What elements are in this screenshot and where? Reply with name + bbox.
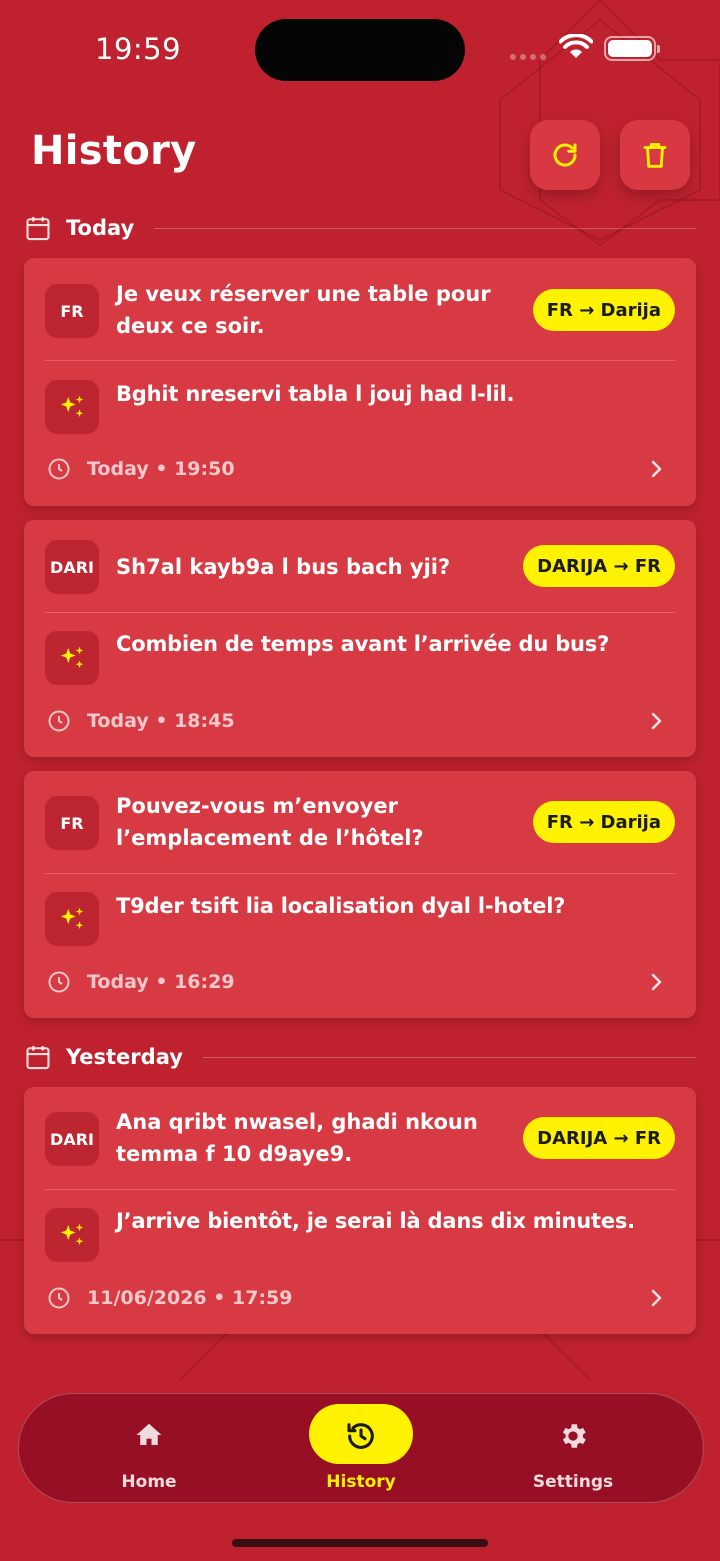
chevron-right-icon — [651, 712, 662, 730]
card-meta: Today • 16:29 — [47, 970, 235, 994]
page-title: History — [31, 128, 197, 174]
clock-icon — [48, 458, 70, 480]
language-pair-badge: DARIJA → FR — [523, 545, 675, 587]
translation-chip — [45, 380, 99, 434]
language-chip: DARI — [45, 1112, 99, 1166]
card-divider — [45, 873, 675, 874]
section-label: Yesterday — [66, 1045, 183, 1069]
trash-icon — [643, 142, 667, 168]
gear-icon — [562, 1424, 586, 1448]
sparkles-icon — [60, 395, 84, 417]
sparkles-icon — [60, 646, 84, 668]
battery-icon — [604, 36, 660, 61]
wifi-icon — [559, 34, 593, 58]
clear-history-button[interactable] — [620, 120, 690, 190]
language-pair-badge: DARIJA → FR — [523, 1117, 675, 1159]
status-time: 19:59 — [95, 32, 182, 66]
tab-label: History — [326, 1472, 396, 1492]
home-icon — [136, 1423, 162, 1445]
source-text: Sh7al kayb9a l bus bach yji? — [116, 555, 451, 579]
timestamp: Today • 16:29 — [87, 971, 235, 993]
card-divider — [45, 612, 675, 613]
clock-icon — [48, 971, 70, 993]
tab-history[interactable]: History — [286, 1394, 436, 1504]
source-text: Je veux réserver une table pour deux ce … — [116, 282, 491, 338]
tab-label: Settings — [532, 1472, 614, 1492]
language-pair-badge: FR → Darija — [532, 801, 675, 843]
section-header-today: Today — [24, 214, 696, 242]
translated-text: Combien de temps avant l’arrivée du bus? — [116, 632, 610, 656]
dynamic-island — [255, 19, 465, 81]
language-chip: DARI — [45, 540, 99, 594]
cellular-signal-icon — [510, 54, 546, 60]
card-meta: Today • 19:50 — [47, 457, 235, 481]
translation-chip — [45, 892, 99, 946]
timestamp: 11/06/2026 • 17:59 — [87, 1287, 293, 1309]
tab-label: Home — [121, 1472, 177, 1492]
sparkles-icon — [60, 907, 84, 929]
clock-icon — [48, 710, 70, 732]
sparkles-icon — [60, 1223, 84, 1245]
chevron-right-icon — [651, 973, 662, 991]
card-meta: Today • 18:45 — [47, 709, 235, 733]
refresh-icon — [553, 143, 577, 167]
language-pair-badge: FR → Darija — [532, 289, 675, 331]
source-text: Pouvez-vous m’envoyer l’emplacement de l… — [116, 794, 424, 850]
home-indicator — [232, 1539, 488, 1547]
chevron-right-icon — [651, 1289, 662, 1307]
history-card[interactable]: FR Pouvez-vous m’envoyer l’emplacement d… — [24, 771, 696, 1018]
translated-text: Bghit nreservi tabla l jouj had l-lil. — [116, 382, 515, 406]
timestamp: Today • 18:45 — [87, 710, 235, 732]
source-text: Ana qribt nwasel, ghadi nkoun temma f 10… — [116, 1110, 478, 1166]
clock-icon — [48, 1287, 70, 1309]
timestamp: Today • 19:50 — [87, 458, 235, 480]
tab-settings[interactable]: Settings — [498, 1394, 648, 1504]
calendar-icon — [26, 216, 50, 241]
section-label: Today — [66, 216, 135, 240]
refresh-button[interactable] — [530, 120, 600, 190]
translation-chip — [45, 631, 99, 685]
history-icon — [347, 1423, 374, 1449]
section-divider — [202, 1056, 696, 1058]
card-divider — [45, 360, 675, 361]
history-card[interactable]: DARI Sh7al kayb9a l bus bach yji? DARIJA… — [24, 520, 696, 757]
card-divider — [45, 1189, 675, 1190]
chevron-right-icon — [651, 460, 662, 478]
card-meta: 11/06/2026 • 17:59 — [47, 1286, 293, 1310]
tab-home[interactable]: Home — [74, 1394, 224, 1504]
history-card[interactable]: DARI Ana qribt nwasel, ghadi nkoun temma… — [24, 1087, 696, 1334]
section-header-yesterday: Yesterday — [24, 1043, 696, 1071]
calendar-icon — [26, 1045, 50, 1070]
translation-chip — [45, 1208, 99, 1262]
language-chip: FR — [45, 284, 99, 338]
bottom-tab-bar: Home History Settings — [18, 1393, 704, 1503]
status-bar: 19:59 — [0, 0, 720, 100]
history-card[interactable]: FR Je veux réserver une table pour deux … — [24, 258, 696, 506]
translated-text: T9der tsift lia localisation dyal l-hote… — [116, 894, 566, 918]
section-divider — [154, 227, 696, 229]
translated-text: J’arrive bientôt, je serai là dans dix m… — [116, 1209, 635, 1233]
language-chip: FR — [45, 796, 99, 850]
